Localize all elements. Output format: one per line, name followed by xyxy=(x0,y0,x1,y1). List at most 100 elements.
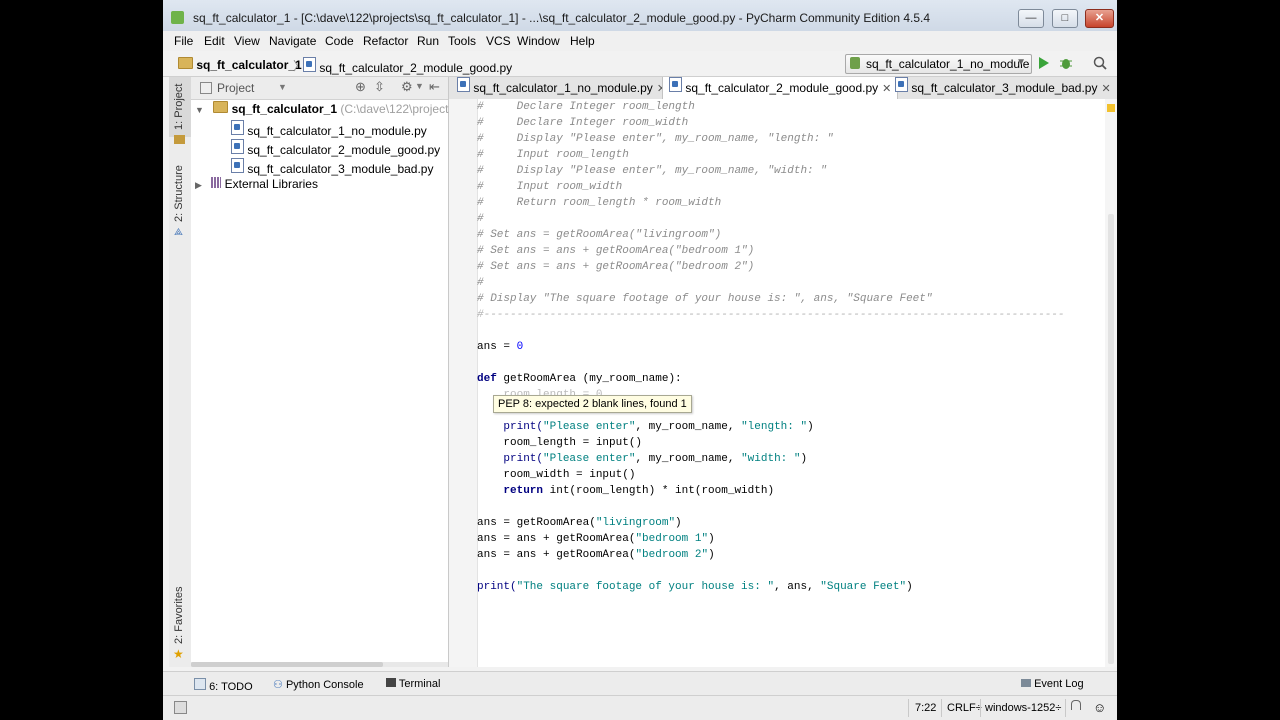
status-divider xyxy=(980,699,981,717)
chevron-down-icon: ▼ xyxy=(1016,57,1026,68)
structure-tool-label[interactable]: 2: Structure xyxy=(173,165,185,222)
event-log-tab[interactable]: Event Log xyxy=(1021,678,1084,690)
code-token: , my_room_name, xyxy=(635,421,742,433)
code-line: print("Please enter", my_room_name, "wid… xyxy=(477,452,807,466)
gear-icon[interactable]: ⚙ xyxy=(401,79,413,95)
status-bar: 7:22 CRLF÷ windows-1252÷ ☺ xyxy=(163,695,1117,720)
project-view-select[interactable]: Project xyxy=(217,81,254,95)
menu-file[interactable]: File xyxy=(174,34,193,48)
code-line: print("Please enter", my_room_name, "len… xyxy=(477,420,814,434)
menu-tools[interactable]: Tools xyxy=(448,34,476,48)
todo-tab[interactable]: 6: TODO xyxy=(194,678,253,693)
project-view-icon xyxy=(200,82,212,94)
inspector-face-icon[interactable]: ☺ xyxy=(1093,700,1106,715)
python-file-icon xyxy=(231,139,244,154)
run-configuration-select[interactable]: sq_ft_calculator_1_no_module ▼ xyxy=(845,54,1032,74)
scrollbar-thumb[interactable] xyxy=(191,662,383,667)
code-token: ) xyxy=(807,421,814,433)
sync-target-icon[interactable]: ⊕ xyxy=(355,79,366,95)
warning-indicator-icon[interactable] xyxy=(1107,104,1115,112)
python-console-tab[interactable]: ⚇ Python Console xyxy=(273,678,364,691)
menu-help[interactable]: Help xyxy=(570,34,595,48)
line-separator-select[interactable]: CRLF÷ xyxy=(947,702,982,714)
favorites-tool-label[interactable]: 2: Favorites xyxy=(173,587,185,644)
breadcrumb-project[interactable]: sq_ft_calculator_1 xyxy=(178,57,302,72)
horizontal-scrollbar[interactable] xyxy=(191,662,448,667)
tree-external-libraries[interactable]: ▶ External Libraries xyxy=(195,177,318,191)
project-panel: Project ▼ ⊕ ⇳ ⚙ ▼ ⇤ ▼ sq_ft_calculator_1… xyxy=(191,77,470,667)
code-token: "Please enter" xyxy=(543,453,636,465)
code-line: def getRoomArea (my_room_name): xyxy=(477,372,682,386)
run-config-label: sq_ft_calculator_1_no_module xyxy=(866,57,1030,71)
minimize-button[interactable]: — xyxy=(1018,9,1044,28)
tree-file-label: sq_ft_calculator_1_no_module.py xyxy=(247,124,427,138)
code-line: ans = getRoomArea("livingroom") xyxy=(477,516,682,530)
code-line: # Display "Please enter", my_room_name, … xyxy=(477,165,827,177)
run-button[interactable] xyxy=(1038,56,1050,73)
editor-vertical-scrollbar[interactable] xyxy=(1105,99,1117,667)
tab-close-icon[interactable]: ✕ xyxy=(882,83,891,95)
menu-code[interactable]: Code xyxy=(325,34,354,48)
code-line: # Display "The square footage of your ho… xyxy=(477,293,933,305)
project-tool-label[interactable]: 1: Project xyxy=(173,84,185,130)
tree-file-item[interactable]: sq_ft_calculator_2_module_good.py xyxy=(231,139,440,157)
menu-refactor[interactable]: Refactor xyxy=(363,34,408,48)
tab-close-icon[interactable]: ✕ xyxy=(1101,83,1110,95)
project-panel-header: Project ▼ ⊕ ⇳ ⚙ ▼ ⇤ xyxy=(191,77,448,100)
code-line: # Set ans = getRoomArea("livingroom") xyxy=(477,229,722,241)
lock-icon[interactable] xyxy=(1071,700,1081,710)
code-line: # Input room_length xyxy=(477,149,629,161)
code-line: # Set ans = ans + getRoomArea("bedroom 2… xyxy=(477,261,755,273)
search-icon xyxy=(1093,56,1107,70)
code-line: room_length = input() xyxy=(477,437,643,449)
tree-root[interactable]: ▼ sq_ft_calculator_1 (C:\dave\122\projec… xyxy=(195,101,470,116)
hide-panel-icon[interactable]: ⇤ xyxy=(429,79,440,95)
code-token: "The square footage of your house is: " xyxy=(516,581,775,593)
menu-vcs[interactable]: VCS xyxy=(486,34,511,48)
tab-no-module[interactable]: sq_ft_calculator_1_no_module.py✕ xyxy=(457,77,666,99)
debug-bug-icon xyxy=(1060,59,1072,69)
favorites-star-icon: ★ xyxy=(173,647,184,661)
search-button[interactable] xyxy=(1093,56,1107,73)
encoding-select[interactable]: windows-1252÷ xyxy=(985,702,1061,714)
tree-file-item[interactable]: sq_ft_calculator_1_no_module.py xyxy=(231,120,427,138)
tab-module-bad[interactable]: sq_ft_calculator_3_module_bad.py ✕ xyxy=(895,77,1111,99)
tree-file-item[interactable]: sq_ft_calculator_3_module_bad.py xyxy=(231,158,433,176)
pycharm-app-icon xyxy=(171,11,184,24)
close-button[interactable]: ✕ xyxy=(1085,9,1114,28)
status-divider xyxy=(908,699,909,717)
maximize-button[interactable]: □ xyxy=(1052,9,1078,28)
expand-arrow-icon: ▶ xyxy=(195,180,202,190)
collapse-all-icon[interactable]: ⇳ xyxy=(374,79,385,95)
menu-edit[interactable]: Edit xyxy=(204,34,225,48)
folder-icon xyxy=(213,101,229,113)
python-file-icon xyxy=(669,77,682,92)
tree-file-label: sq_ft_calculator_3_module_bad.py xyxy=(247,162,434,176)
breadcrumb-project-label: sq_ft_calculator_1 xyxy=(196,58,302,72)
code-token: "bedroom 1" xyxy=(635,533,709,545)
code-token: int(room_length) * int(room_width) xyxy=(543,485,775,497)
code-editor[interactable]: # Declare Integer room_length # Declare … xyxy=(449,99,1117,667)
window-title: sq_ft_calculator_1 - [C:\dave\122\projec… xyxy=(193,11,931,25)
debug-button[interactable] xyxy=(1059,55,1073,74)
code-token: ) xyxy=(800,453,808,465)
menu-view[interactable]: View xyxy=(234,34,260,48)
menu-run[interactable]: Run xyxy=(417,34,439,48)
code-token: ) xyxy=(675,517,682,529)
python-console-icon: ⚇ xyxy=(273,679,283,691)
code-token: "Square Feet" xyxy=(820,581,907,593)
breadcrumb-file[interactable]: sq_ft_calculator_2_module_good.py xyxy=(303,57,512,75)
scrollbar-thumb[interactable] xyxy=(1108,214,1114,664)
tab-module-good[interactable]: sq_ft_calculator_2_module_good.py ✕ xyxy=(662,77,899,99)
python-file-icon xyxy=(231,120,244,135)
code-line: # Return room_length * room_width xyxy=(477,197,722,209)
caret-position[interactable]: 7:22 xyxy=(915,702,936,714)
code-token: print( xyxy=(477,421,544,433)
folder-icon xyxy=(178,57,193,69)
tool-windows-toggle-icon[interactable] xyxy=(174,701,187,714)
python-file-icon xyxy=(231,158,244,173)
python-console-label: Python Console xyxy=(285,679,364,691)
menu-navigate[interactable]: Navigate xyxy=(269,34,316,48)
menu-window[interactable]: Window xyxy=(517,34,560,48)
terminal-tab[interactable]: Terminal xyxy=(386,678,440,690)
